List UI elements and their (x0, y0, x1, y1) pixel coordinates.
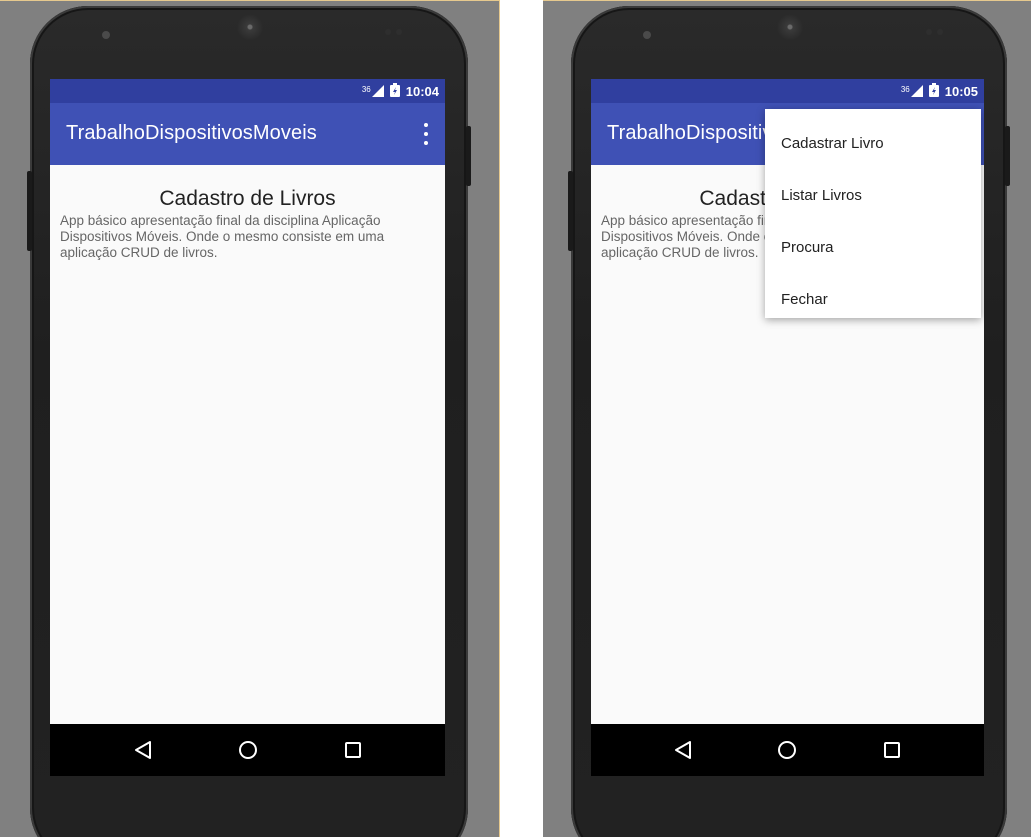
signal-icon: 36 (362, 85, 384, 97)
signal-icon: 36 (901, 85, 923, 97)
menu-item-procura[interactable]: Procura (765, 221, 981, 273)
overflow-menu: Cadastrar Livro Listar Livros Procura Fe… (765, 109, 981, 318)
sensor-icon (102, 31, 110, 39)
screen: 36 10:04 TrabalhoDispositivosMoveis Cada… (50, 79, 445, 776)
sensor-icon (643, 31, 651, 39)
volume-button (27, 171, 32, 251)
back-icon[interactable] (672, 739, 694, 761)
recents-icon[interactable] (342, 739, 364, 761)
app-bar: TrabalhoDispositivosMoveis (50, 103, 445, 165)
menu-item-cadastrar-livro[interactable]: Cadastrar Livro (765, 117, 981, 169)
proximity-sensor-icon (926, 29, 932, 35)
status-time: 10:05 (944, 83, 978, 99)
battery-icon (928, 82, 939, 100)
screen: 36 10:05 TrabalhoDispositivosMoveis Cada… (591, 79, 984, 776)
phone-frame: 36 10:05 TrabalhoDispositivosMoveis Cada… (568, 6, 1010, 837)
right-screenshot: 36 10:05 TrabalhoDispositivosMoveis Cada… (543, 0, 1031, 837)
power-button (466, 126, 471, 186)
signal-label: 36 (361, 85, 371, 94)
nav-bar (591, 724, 984, 776)
menu-item-fechar[interactable]: Fechar (765, 273, 981, 325)
nav-bar (50, 724, 445, 776)
status-time: 10:04 (405, 83, 439, 99)
app-description: App básico apresentação final da discipl… (60, 213, 385, 260)
phone-frame: 36 10:04 TrabalhoDispositivosMoveis Cada… (27, 6, 471, 837)
left-screenshot: 36 10:04 TrabalhoDispositivosMoveis Cada… (0, 0, 500, 837)
proximity-sensor-icon (385, 29, 391, 35)
back-icon[interactable] (132, 739, 154, 761)
home-icon[interactable] (237, 739, 259, 761)
signal-label: 36 (900, 85, 910, 94)
power-button (1005, 126, 1010, 186)
status-bar: 36 10:04 (50, 79, 445, 103)
volume-button (568, 171, 573, 251)
earpiece-icon (777, 14, 803, 40)
light-sensor-icon (937, 29, 943, 35)
home-icon[interactable] (776, 739, 798, 761)
overflow-menu-icon[interactable] (419, 123, 433, 145)
battery-icon (389, 82, 400, 100)
light-sensor-icon (396, 29, 402, 35)
page-title: Cadastro de Livros (159, 187, 336, 210)
menu-item-listar-livros[interactable]: Listar Livros (765, 169, 981, 221)
status-bar: 36 10:05 (591, 79, 984, 103)
recents-icon[interactable] (881, 739, 903, 761)
earpiece-icon (237, 14, 263, 40)
main-content: Cadastro de Livros App básico apresentaç… (50, 165, 445, 724)
app-title: TrabalhoDispositivosMoveis (66, 122, 317, 144)
